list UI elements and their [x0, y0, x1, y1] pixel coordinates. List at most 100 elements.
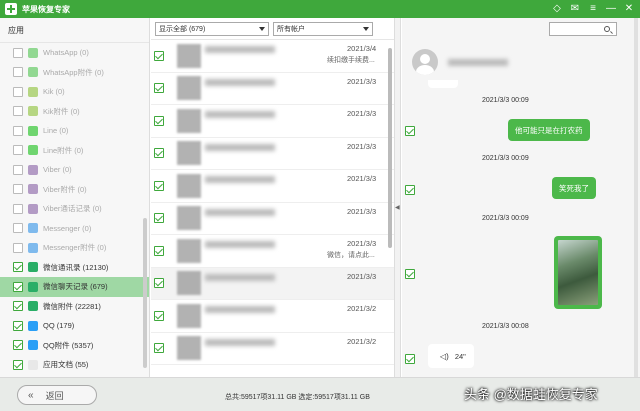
list-item[interactable]: 2021/3/3 微信，请点此...	[151, 235, 394, 268]
list-item[interactable]: 2021/3/3	[151, 105, 394, 138]
sidebar-item[interactable]: Kik (0)	[0, 82, 149, 102]
sidebar-item-checkbox[interactable]	[13, 320, 23, 331]
sidebar-item[interactable]: WhatsApp附件 (0)	[0, 63, 149, 83]
chevron-down-icon	[363, 26, 369, 31]
line-icon	[28, 125, 38, 136]
sidebar-item-checkbox[interactable]	[13, 86, 23, 97]
message-timestamp: 2021/3/3 00:09	[482, 97, 529, 104]
minimize-button[interactable]: —	[604, 2, 618, 16]
sidebar-item[interactable]: QQ (179)	[0, 316, 149, 336]
sidebar-item-label: Viber通话记录 (0)	[43, 204, 102, 214]
title-bar: 苹果恢复专家 ◇ ✉ ≡ — ✕	[0, 0, 640, 18]
sidebar-item-checkbox[interactable]	[13, 145, 23, 156]
window-controls: ◇ ✉ ≡ — ✕	[550, 2, 636, 16]
sidebar-item[interactable]: Messenger附件 (0)	[0, 238, 149, 258]
list-item[interactable]: 2021/3/3	[151, 138, 394, 170]
image-message[interactable]	[554, 236, 602, 309]
avatar	[177, 108, 201, 133]
list-item-checkbox[interactable]	[154, 245, 164, 256]
sidebar-item-label: Line附件 (0)	[43, 145, 84, 155]
list-item-checkbox[interactable]	[154, 343, 164, 354]
list-item[interactable]: 2021/3/3	[151, 203, 394, 235]
list-item[interactable]: 2021/3/2	[151, 333, 394, 365]
list-item-checkbox[interactable]	[154, 115, 164, 126]
sidebar-item-checkbox[interactable]	[13, 184, 23, 195]
message-checkbox[interactable]	[405, 269, 415, 279]
sidebar-item-label: Line (0)	[43, 126, 69, 136]
list-item[interactable]: 2021/3/3	[151, 267, 394, 300]
list-scrollbar[interactable]	[388, 48, 392, 248]
sidebar-item[interactable]: QQ附件 (5357)	[0, 336, 149, 356]
chat-scrollbar[interactable]	[634, 18, 638, 377]
sidebar-item-checkbox[interactable]	[13, 223, 23, 234]
sidebar-item[interactable]: WhatsApp (0)	[0, 43, 149, 63]
message-checkbox[interactable]	[405, 354, 415, 364]
chat-detail-pane: 2021/3/3 00:09 他可能只是在打农药 2021/3/3 00:09 …	[402, 18, 640, 377]
list-item-checkbox[interactable]	[154, 83, 164, 94]
feedback-icon[interactable]: ✉	[568, 2, 582, 16]
search-icon[interactable]	[604, 26, 610, 32]
avatar	[177, 173, 201, 198]
message-checkbox[interactable]	[405, 126, 415, 136]
avatar	[177, 303, 201, 328]
wechat-icon	[28, 281, 38, 292]
collapse-arrow-icon[interactable]: ◀	[395, 204, 400, 211]
list-item-checkbox[interactable]	[154, 213, 164, 224]
list-item-checkbox[interactable]	[154, 278, 164, 289]
sidebar-item-checkbox[interactable]	[13, 125, 23, 136]
sidebar-item[interactable]: Line (0)	[0, 121, 149, 141]
sidebar-item-checkbox[interactable]	[13, 203, 23, 214]
sidebar-item[interactable]: Viber附件 (0)	[0, 180, 149, 200]
viber-icon	[28, 203, 38, 214]
sidebar-item-checkbox[interactable]	[13, 67, 23, 78]
contact-name-blurred	[205, 338, 275, 346]
line-icon	[28, 145, 38, 156]
search-input[interactable]	[549, 22, 617, 36]
sidebar-item[interactable]: Kik附件 (0)	[0, 102, 149, 122]
list-item-checkbox[interactable]	[154, 50, 164, 61]
sidebar-item[interactable]: Viber (0)	[0, 160, 149, 180]
list-item[interactable]: 2021/3/2	[151, 300, 394, 333]
message-checkbox[interactable]	[405, 185, 415, 195]
chat-header	[402, 44, 640, 80]
voice-message[interactable]: ◁) 24"	[428, 344, 474, 368]
sidebar-item-checkbox[interactable]	[13, 106, 23, 117]
diamond-icon[interactable]: ◇	[550, 2, 564, 16]
list-item[interactable]: 2021/3/3	[151, 170, 394, 203]
sidebar-item[interactable]: 微信聊天记录 (679)	[0, 277, 149, 297]
sidebar-item-checkbox[interactable]	[13, 262, 23, 273]
list-item-checkbox[interactable]	[154, 180, 164, 191]
message-timestamp: 2021/3/3 00:09	[482, 155, 529, 162]
show-filter-select[interactable]: 显示全部 (679)	[155, 21, 269, 36]
filter-bar: 显示全部 (679) 所有帐户	[151, 18, 394, 40]
avatar	[177, 271, 201, 296]
menu-icon[interactable]: ≡	[586, 2, 600, 16]
messenger-icon	[28, 242, 38, 253]
back-button[interactable]: « 返回	[17, 385, 97, 405]
sidebar-item-checkbox[interactable]	[13, 340, 23, 351]
list-item[interactable]: 2021/3/4 续扣缴手续费...	[151, 40, 394, 73]
sidebar-item-checkbox[interactable]	[13, 301, 23, 312]
sidebar-item[interactable]: 微信附件 (22281)	[0, 297, 149, 317]
list-item-checkbox[interactable]	[154, 310, 164, 321]
close-button[interactable]: ✕	[622, 2, 636, 16]
sidebar-item-checkbox[interactable]	[13, 359, 23, 370]
sidebar-item-checkbox[interactable]	[13, 242, 23, 253]
account-filter-select[interactable]: 所有帐户	[273, 21, 373, 36]
list-item[interactable]: 2021/3/3	[151, 73, 394, 105]
list-item-checkbox[interactable]	[154, 148, 164, 159]
sidebar-item[interactable]: 微信通讯录 (12130)	[0, 258, 149, 278]
sidebar-item-checkbox[interactable]	[13, 164, 23, 175]
sidebar-item[interactable]: Viber通话记录 (0)	[0, 199, 149, 219]
sidebar-item[interactable]: Line附件 (0)	[0, 141, 149, 161]
sidebar-item-label: Viber (0)	[43, 165, 72, 175]
contact-name-blurred	[205, 111, 275, 118]
sidebar-scrollbar[interactable]	[143, 218, 147, 368]
sidebar-item[interactable]: Messenger (0)	[0, 219, 149, 239]
sidebar-item[interactable]: 应用文档 (55)	[0, 355, 149, 375]
sidebar-item-checkbox[interactable]	[13, 47, 23, 58]
sidebar-item-checkbox[interactable]	[13, 281, 23, 292]
pane-splitter[interactable]: ◀	[395, 18, 401, 377]
list-item-date: 2021/3/4	[347, 44, 377, 53]
conversation-list-pane: 显示全部 (679) 所有帐户 2021/3/4 续扣缴手续费... 2021/3/…	[151, 18, 395, 377]
